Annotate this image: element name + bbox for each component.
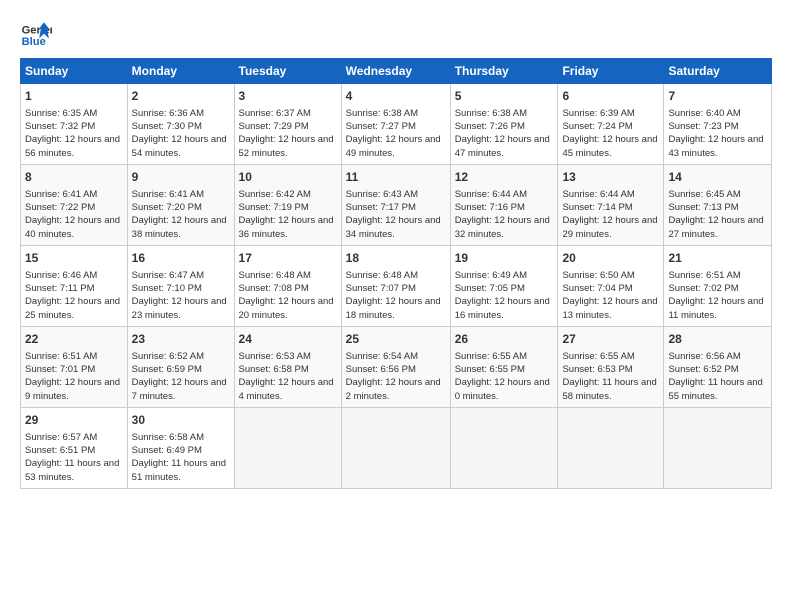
logo: General Blue — [20, 16, 52, 48]
day-number: 4 — [346, 88, 446, 105]
day-number: 3 — [239, 88, 337, 105]
table-row: 10Sunrise: 6:42 AMSunset: 7:19 PMDayligh… — [234, 164, 341, 245]
table-row: 1Sunrise: 6:35 AMSunset: 7:32 PMDaylight… — [21, 84, 128, 165]
table-row: 2Sunrise: 6:36 AMSunset: 7:30 PMDaylight… — [127, 84, 234, 165]
column-header-monday: Monday — [127, 59, 234, 84]
calendar-table: SundayMondayTuesdayWednesdayThursdayFrid… — [20, 58, 772, 489]
table-row: 25Sunrise: 6:54 AMSunset: 6:56 PMDayligh… — [341, 326, 450, 407]
column-header-friday: Friday — [558, 59, 664, 84]
table-row: 22Sunrise: 6:51 AMSunset: 7:01 PMDayligh… — [21, 326, 128, 407]
day-number: 10 — [239, 169, 337, 186]
table-row: 3Sunrise: 6:37 AMSunset: 7:29 PMDaylight… — [234, 84, 341, 165]
day-number: 19 — [455, 250, 554, 267]
logo-icon: General Blue — [20, 16, 52, 48]
column-header-sunday: Sunday — [21, 59, 128, 84]
table-row: 11Sunrise: 6:43 AMSunset: 7:17 PMDayligh… — [341, 164, 450, 245]
table-row — [450, 407, 558, 488]
table-row: 13Sunrise: 6:44 AMSunset: 7:14 PMDayligh… — [558, 164, 664, 245]
table-row: 5Sunrise: 6:38 AMSunset: 7:26 PMDaylight… — [450, 84, 558, 165]
day-number: 26 — [455, 331, 554, 348]
table-row: 19Sunrise: 6:49 AMSunset: 7:05 PMDayligh… — [450, 245, 558, 326]
day-number: 5 — [455, 88, 554, 105]
table-row: 8Sunrise: 6:41 AMSunset: 7:22 PMDaylight… — [21, 164, 128, 245]
table-row: 6Sunrise: 6:39 AMSunset: 7:24 PMDaylight… — [558, 84, 664, 165]
day-number: 29 — [25, 412, 123, 429]
day-number: 7 — [668, 88, 767, 105]
day-number: 28 — [668, 331, 767, 348]
table-row: 14Sunrise: 6:45 AMSunset: 7:13 PMDayligh… — [664, 164, 772, 245]
table-row: 28Sunrise: 6:56 AMSunset: 6:52 PMDayligh… — [664, 326, 772, 407]
table-row: 20Sunrise: 6:50 AMSunset: 7:04 PMDayligh… — [558, 245, 664, 326]
day-number: 2 — [132, 88, 230, 105]
table-row: 30Sunrise: 6:58 AMSunset: 6:49 PMDayligh… — [127, 407, 234, 488]
day-number: 25 — [346, 331, 446, 348]
table-row: 4Sunrise: 6:38 AMSunset: 7:27 PMDaylight… — [341, 84, 450, 165]
table-row — [341, 407, 450, 488]
day-number: 9 — [132, 169, 230, 186]
table-row: 16Sunrise: 6:47 AMSunset: 7:10 PMDayligh… — [127, 245, 234, 326]
day-number: 24 — [239, 331, 337, 348]
day-number: 16 — [132, 250, 230, 267]
table-row: 17Sunrise: 6:48 AMSunset: 7:08 PMDayligh… — [234, 245, 341, 326]
table-row: 26Sunrise: 6:55 AMSunset: 6:55 PMDayligh… — [450, 326, 558, 407]
column-header-tuesday: Tuesday — [234, 59, 341, 84]
column-header-saturday: Saturday — [664, 59, 772, 84]
day-number: 14 — [668, 169, 767, 186]
day-number: 6 — [562, 88, 659, 105]
table-row — [664, 407, 772, 488]
day-number: 15 — [25, 250, 123, 267]
table-row: 23Sunrise: 6:52 AMSunset: 6:59 PMDayligh… — [127, 326, 234, 407]
column-header-thursday: Thursday — [450, 59, 558, 84]
day-number: 30 — [132, 412, 230, 429]
day-number: 22 — [25, 331, 123, 348]
day-number: 20 — [562, 250, 659, 267]
day-number: 21 — [668, 250, 767, 267]
table-row — [558, 407, 664, 488]
table-row: 9Sunrise: 6:41 AMSunset: 7:20 PMDaylight… — [127, 164, 234, 245]
svg-text:Blue: Blue — [22, 36, 46, 48]
table-row: 29Sunrise: 6:57 AMSunset: 6:51 PMDayligh… — [21, 407, 128, 488]
day-number: 27 — [562, 331, 659, 348]
day-number: 1 — [25, 88, 123, 105]
day-number: 18 — [346, 250, 446, 267]
day-number: 13 — [562, 169, 659, 186]
table-row: 21Sunrise: 6:51 AMSunset: 7:02 PMDayligh… — [664, 245, 772, 326]
table-row — [234, 407, 341, 488]
day-number: 8 — [25, 169, 123, 186]
table-row: 24Sunrise: 6:53 AMSunset: 6:58 PMDayligh… — [234, 326, 341, 407]
day-number: 12 — [455, 169, 554, 186]
table-row: 27Sunrise: 6:55 AMSunset: 6:53 PMDayligh… — [558, 326, 664, 407]
table-row: 18Sunrise: 6:48 AMSunset: 7:07 PMDayligh… — [341, 245, 450, 326]
day-number: 23 — [132, 331, 230, 348]
day-number: 17 — [239, 250, 337, 267]
table-row: 7Sunrise: 6:40 AMSunset: 7:23 PMDaylight… — [664, 84, 772, 165]
day-number: 11 — [346, 169, 446, 186]
column-header-wednesday: Wednesday — [341, 59, 450, 84]
table-row: 12Sunrise: 6:44 AMSunset: 7:16 PMDayligh… — [450, 164, 558, 245]
table-row: 15Sunrise: 6:46 AMSunset: 7:11 PMDayligh… — [21, 245, 128, 326]
